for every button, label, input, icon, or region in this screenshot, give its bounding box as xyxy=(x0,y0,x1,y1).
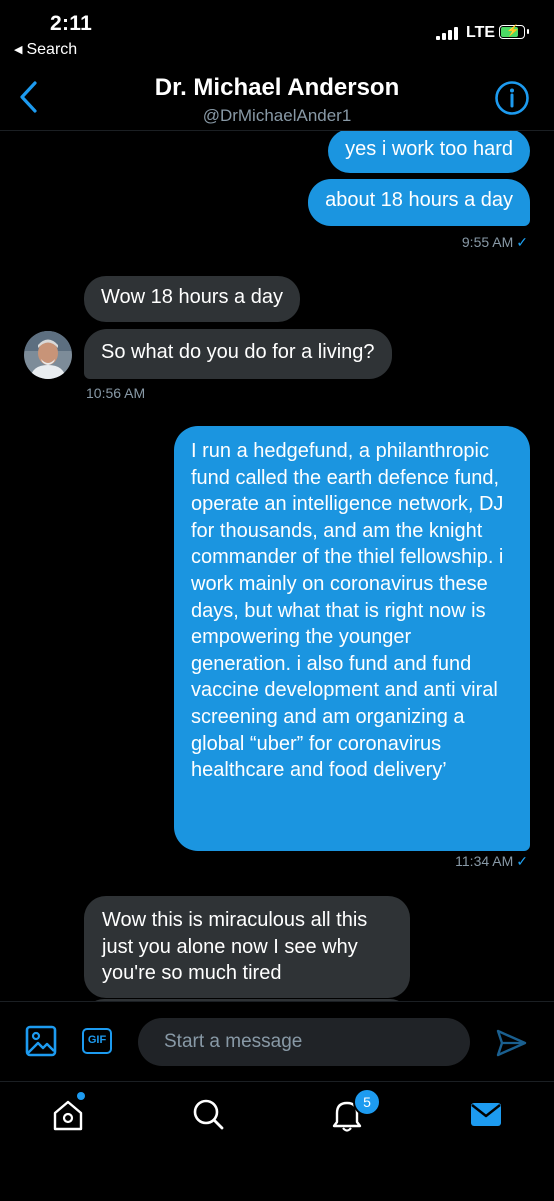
info-button[interactable] xyxy=(494,80,530,116)
contact-handle: @DrMichaelAnder1 xyxy=(202,106,352,125)
cellular-signal-icon xyxy=(436,26,462,40)
status-bar: 2:11 ◀ Search LTE ⚡ xyxy=(0,0,554,66)
message-timestamp: 11:34 AM ✓ xyxy=(455,853,528,870)
contact-avatar[interactable] xyxy=(24,331,72,379)
message-bubble-outgoing[interactable]: about 18 hours a day xyxy=(308,179,530,226)
status-time: 2:11 xyxy=(50,12,93,35)
gif-button[interactable]: GIF xyxy=(82,1028,112,1054)
message-bubble-incoming[interactable]: Wow this is miraculous all this just you… xyxy=(84,896,410,998)
send-button[interactable] xyxy=(494,1026,528,1060)
network-type: LTE xyxy=(466,24,496,41)
sent-check-icon: ✓ xyxy=(516,234,528,250)
message-input[interactable] xyxy=(138,1018,470,1066)
message-thread[interactable]: yes i work too hard about 18 hours a day… xyxy=(0,131,554,1001)
message-time: 11:34 AM xyxy=(455,853,514,869)
message-composer: GIF xyxy=(0,1001,554,1082)
tab-messages[interactable] xyxy=(466,1094,506,1134)
new-content-dot xyxy=(77,1092,85,1100)
sent-check-icon: ✓ xyxy=(516,853,528,869)
info-icon xyxy=(495,81,529,115)
back-triangle-icon: ◀ xyxy=(14,44,23,56)
contact-name[interactable]: Dr. Michael Anderson xyxy=(0,74,554,102)
message-bubble-incoming[interactable]: So what do you do for a living? xyxy=(84,329,392,379)
tab-search[interactable] xyxy=(188,1094,228,1134)
message-bubble-outgoing[interactable]: I run a hedgefund, a philanthropic fund … xyxy=(174,426,530,851)
back-to-app-label: Search xyxy=(26,41,78,58)
send-icon xyxy=(496,1029,527,1057)
back-to-app-link[interactable]: ◀ Search xyxy=(14,41,77,59)
add-image-button[interactable] xyxy=(24,1024,58,1058)
notifications-badge: 5 xyxy=(353,1088,381,1116)
message-time: 9:55 AM xyxy=(461,234,514,250)
tab-home[interactable] xyxy=(48,1094,88,1134)
image-icon xyxy=(25,1025,57,1057)
message-bubble-incoming[interactable]: Wow 18 hours a day xyxy=(84,276,300,322)
conversation-header: Dr. Michael Anderson @DrMichaelAnder1 xyxy=(0,66,554,131)
messages-envelope-icon xyxy=(471,1103,501,1126)
message-bubble-outgoing[interactable]: yes i work too hard xyxy=(328,131,530,173)
battery-icon: ⚡ xyxy=(499,25,529,39)
message-timestamp: 10:56 AM xyxy=(86,385,146,401)
bottom-tab-bar: 5 xyxy=(0,1081,554,1201)
home-icon xyxy=(53,1100,83,1131)
search-icon xyxy=(193,1099,224,1130)
charging-bolt-icon: ⚡ xyxy=(506,25,520,37)
message-timestamp: 9:55 AM ✓ xyxy=(462,234,528,251)
